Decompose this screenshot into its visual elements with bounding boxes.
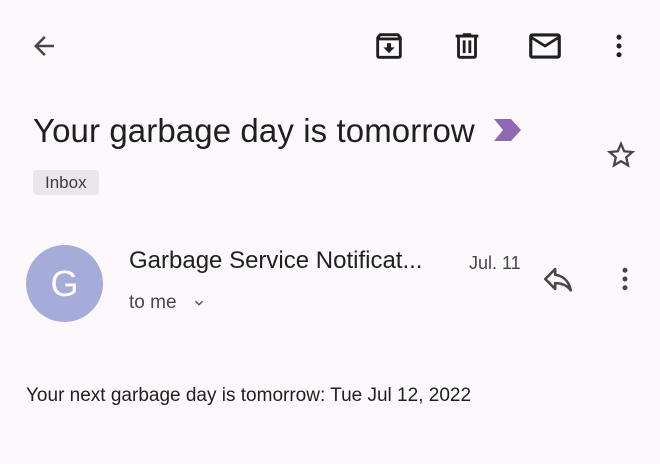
archive-button[interactable] [369,26,409,66]
recipient-text: to me [129,292,177,313]
subject-text: Your garbage day is tomorrow [33,112,475,149]
more-vert-icon [616,34,622,58]
more-vert-icon [622,267,628,291]
archive-icon [376,33,402,59]
star-button[interactable] [602,136,640,174]
message-more-button[interactable] [609,260,641,298]
reply-icon [543,267,573,292]
back-button[interactable] [24,26,64,66]
more-options-button[interactable] [603,26,635,66]
sender-name[interactable]: Garbage Service Notificat... [129,245,459,277]
email-subject: Your garbage day is tomorrow [33,108,522,154]
importance-marker-icon [494,119,522,141]
mark-unread-button[interactable] [523,26,567,66]
sender-avatar[interactable]: G [26,245,103,322]
mail-icon [529,33,561,59]
delete-button[interactable] [447,26,487,66]
star-outline-icon [606,140,636,168]
trash-icon [455,33,479,59]
arrow-back-icon [34,36,54,56]
message-body: Your next garbage day is tomorrow: Tue J… [26,385,472,406]
reply-button[interactable] [538,260,578,298]
inbox-label-chip[interactable]: Inbox [33,170,99,195]
message-date: Jul. 11 [469,253,521,273]
chevron-down-icon [194,300,203,306]
recipient-details-toggle[interactable]: to me [129,290,207,316]
